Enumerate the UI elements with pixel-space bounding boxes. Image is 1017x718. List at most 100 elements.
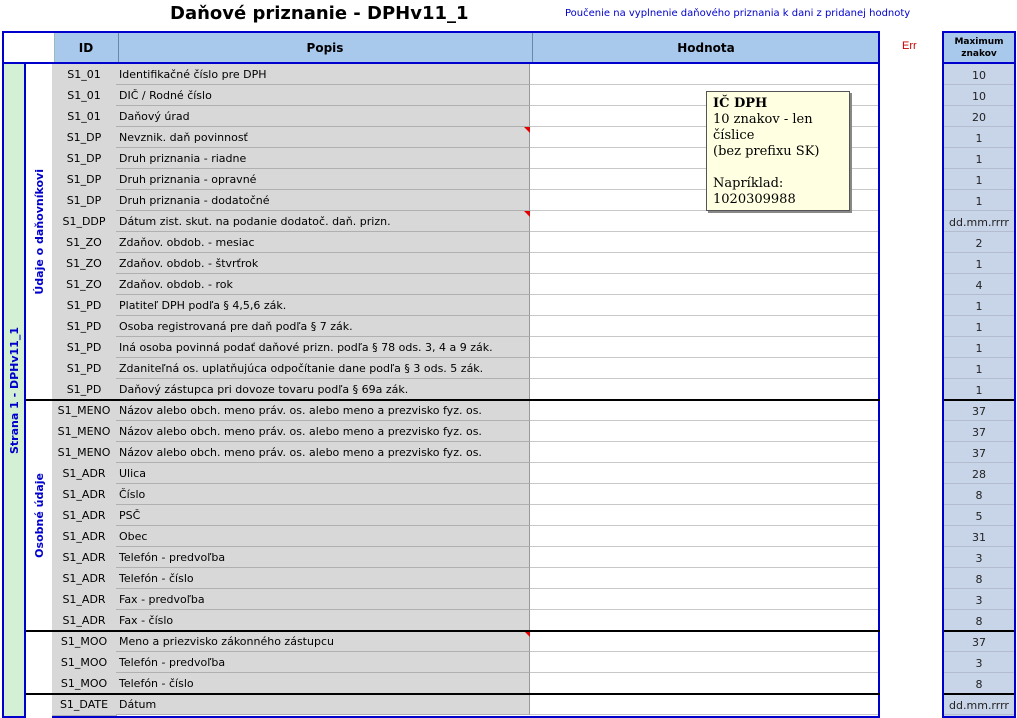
row-id: S1_ADR [52, 484, 117, 506]
value-cell[interactable] [530, 442, 878, 463]
table-row: S1_ZO Zdaňov. obdob. - mesiac [52, 232, 878, 254]
group-divider [26, 630, 880, 632]
row-description: Platiteľ DPH podľa § 4,5,6 zák. [116, 295, 530, 316]
max-chars-cell: 8 [944, 568, 1014, 589]
row-id: S1_ADR [52, 547, 117, 569]
max-chars-cell: 1 [944, 169, 1014, 190]
row-id: S1_PD [52, 295, 117, 317]
max-chars-cell: 4 [944, 274, 1014, 295]
row-id: S1_DP [52, 127, 117, 149]
max-chars-cell: 37 [944, 631, 1014, 652]
max-group-divider [944, 399, 1014, 401]
max-chars-cell: 1 [944, 295, 1014, 316]
value-cell[interactable] [530, 400, 878, 421]
table-row: S1_ADR Fax - číslo [52, 610, 878, 632]
value-cell[interactable] [530, 421, 878, 442]
value-cell[interactable] [530, 652, 878, 673]
value-cell[interactable] [530, 610, 878, 631]
row-description: Číslo [116, 484, 530, 505]
max-chars-cell: 1 [944, 190, 1014, 211]
max-chars-cell: 3 [944, 547, 1014, 568]
cell-comment-tooltip: IČ DPH 10 znakov - len číslice (bez pref… [706, 91, 850, 211]
table-row: S1_ADR Obec [52, 526, 878, 548]
row-id: S1_PD [52, 379, 117, 401]
table-row: S1_MOO Meno a priezvisko zákonného zástup… [52, 631, 878, 653]
max-chars-cell: 5 [944, 505, 1014, 526]
row-description: Telefón - predvoľba [116, 547, 530, 568]
max-chars-cell: 1 [944, 148, 1014, 169]
row-description: Druh priznania - riadne [116, 148, 530, 169]
row-id: S1_MENO [52, 442, 117, 464]
value-cell[interactable] [530, 631, 878, 652]
row-description: Telefón - predvoľba [116, 652, 530, 673]
row-id: S1_ADR [52, 589, 117, 611]
section-label: Strana 1 - DPHv11_1 [7, 327, 21, 455]
row-id: S1_ADR [52, 610, 117, 632]
value-cell[interactable] [530, 484, 878, 505]
row-id: S1_ZO [52, 232, 117, 254]
group-label: Osobné údaje [32, 473, 46, 558]
max-chars-cell: 28 [944, 463, 1014, 484]
tooltip-title: IČ DPH [713, 96, 768, 111]
row-description: Daňový zástupca pri dovoze tovaru podľa … [116, 379, 530, 400]
value-cell[interactable] [530, 253, 878, 274]
row-id: S1_01 [52, 106, 117, 128]
value-cell[interactable] [530, 547, 878, 568]
value-cell[interactable] [530, 379, 878, 400]
group-frame [26, 631, 53, 694]
table-row: S1_PD Platiteľ DPH podľa § 4,5,6 zák. [52, 295, 878, 317]
row-description: Zdaňov. obdob. - štvrťrok [116, 253, 530, 274]
row-id: S1_ZO [52, 274, 117, 296]
err-label: Err [902, 40, 917, 52]
value-cell[interactable] [530, 337, 878, 358]
row-description: Druh priznania - opravné [116, 169, 530, 190]
value-cell[interactable] [530, 316, 878, 337]
row-description: Identifikačné číslo pre DPH [116, 64, 530, 85]
value-cell[interactable] [530, 589, 878, 610]
table-row: S1_01 Identifikačné číslo pre DPH [52, 64, 878, 86]
instructions-link[interactable]: Poučenie na vyplnenie daňového priznania… [565, 8, 910, 19]
value-cell[interactable] [530, 505, 878, 526]
table-row: S1_ADR Telefón - číslo [52, 568, 878, 590]
value-cell[interactable] [530, 568, 878, 589]
value-cell[interactable] [530, 64, 878, 85]
row-id: S1_PD [52, 316, 117, 338]
row-id: S1_DP [52, 190, 117, 212]
value-cell[interactable] [530, 211, 878, 232]
value-cell[interactable] [530, 274, 878, 295]
row-description: Nevznik. daň povinnosť [116, 127, 530, 148]
row-id: S1_MENO [52, 400, 117, 422]
value-cell[interactable] [530, 694, 878, 715]
table-row: S1_ADR Číslo [52, 484, 878, 506]
row-description: Zdaňov. obdob. - mesiac [116, 232, 530, 253]
value-cell[interactable] [530, 358, 878, 379]
max-chars-header: Maximum znakov [942, 31, 1016, 64]
group-label: Údaje o daňovníkovi [32, 169, 46, 295]
max-chars-cell: 37 [944, 421, 1014, 442]
value-cell[interactable] [530, 232, 878, 253]
tooltip-body: 10 znakov - len číslice (bez prefixu SK)… [713, 112, 820, 207]
row-id: S1_01 [52, 85, 117, 107]
max-chars-cell: 20 [944, 106, 1014, 127]
max-chars-cell: 8 [944, 610, 1014, 631]
max-chars-cell: 10 [944, 85, 1014, 106]
row-id: S1_DP [52, 169, 117, 191]
row-description: Dátum [116, 694, 530, 715]
value-cell[interactable] [530, 463, 878, 484]
row-id: S1_PD [52, 358, 117, 380]
table-row: S1_MENO Názov alebo obch. meno práv. os. … [52, 442, 878, 464]
row-description: Zdaniteľná os. uplatňujúca odpočítanie d… [116, 358, 530, 379]
value-cell[interactable] [530, 295, 878, 316]
max-chars-cell: 1 [944, 358, 1014, 379]
max-chars-cell: 3 [944, 589, 1014, 610]
max-group-divider [944, 693, 1014, 695]
max-chars-cell: 1 [944, 127, 1014, 148]
value-cell[interactable] [530, 526, 878, 547]
table-row: S1_DDP Dátum zist. skut. na podanie dodat… [52, 211, 878, 233]
row-description: Iná osoba povinná podať daňové prizn. po… [116, 337, 530, 358]
table-row: S1_DATE Dátum [52, 694, 878, 716]
value-cell[interactable] [530, 673, 878, 694]
table-row: S1_ZO Zdaňov. obdob. - rok [52, 274, 878, 296]
table-row: S1_PD Daňový zástupca pri dovoze tovaru p… [52, 379, 878, 401]
row-id: S1_DP [52, 148, 117, 170]
